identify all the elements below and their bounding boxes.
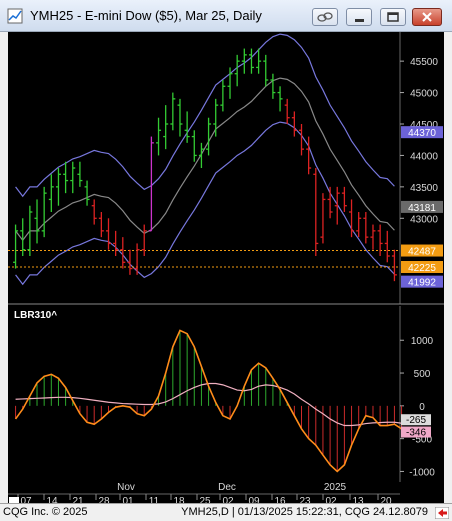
chart-app-icon	[7, 8, 23, 24]
window-title: YMH25 - E-mini Dow ($5), Mar 25, Daily	[30, 8, 262, 23]
maximize-icon	[387, 12, 399, 22]
indicator-axis-label: -1000	[409, 467, 435, 478]
time-axis-month-label: 2025	[324, 482, 347, 493]
indicator-axis-label: 500	[414, 369, 431, 380]
status-bar: CQG Inc. © 2025 YMH25,D | 01/13/2025 15:…	[0, 503, 452, 521]
price-axis-label: 43500	[410, 183, 438, 194]
indicator-pane[interactable]: LBR310^10005000-500-1000-265-346	[8, 306, 444, 482]
title-bar[interactable]: YMH25 - E-mini Dow ($5), Mar 25, Daily	[0, 0, 452, 32]
price-axis-label: 43000	[410, 214, 438, 225]
price-pane[interactable]: 4550045000445004400043500430004437043181…	[8, 32, 444, 305]
minimize-icon	[355, 19, 364, 22]
close-icon	[422, 12, 432, 22]
status-info: YMH25,D | 01/13/2025 15:22:31, CQG 24.12…	[181, 506, 428, 518]
price-label-text: 44370	[408, 128, 436, 139]
time-axis-month-label: Nov	[117, 482, 135, 493]
indicator-label-text: -346	[406, 428, 426, 439]
close-button[interactable]	[412, 8, 442, 26]
chart-svg[interactable]: 4550045000445004400043500430004437043181…	[8, 32, 444, 508]
price-label-text: 41992	[408, 278, 436, 289]
price-label-text: 42225	[408, 263, 436, 274]
price-label-text: 42487	[408, 247, 436, 258]
time-axis-month-label: Dec	[218, 482, 236, 493]
maximize-button[interactable]	[380, 8, 406, 26]
status-copyright: CQG Inc. © 2025	[3, 506, 88, 518]
indicator-label-text: -265	[406, 415, 426, 426]
indicator-axis-label: 1000	[411, 336, 434, 347]
indicator-title: LBR310^	[14, 310, 57, 321]
indicator-axis-label: 0	[419, 402, 425, 413]
minimize-button[interactable]	[346, 8, 372, 26]
link-icon	[317, 12, 333, 22]
price-label-text: 43181	[408, 203, 436, 214]
chart-window: YMH25 - E-mini Dow ($5), Mar 25, Daily 4…	[0, 0, 452, 521]
scroll-right-arrow-icon[interactable]	[435, 507, 449, 519]
link-button[interactable]	[312, 8, 338, 26]
chart-area[interactable]: 45500 45000 44500 44000 43500 43000 44370 43181…	[8, 32, 444, 508]
price-axis-label: 44000	[410, 151, 438, 162]
price-axis-label: 45000	[410, 89, 438, 100]
price-axis-label: 45500	[410, 57, 438, 68]
indicator-pane-bg	[8, 306, 444, 482]
